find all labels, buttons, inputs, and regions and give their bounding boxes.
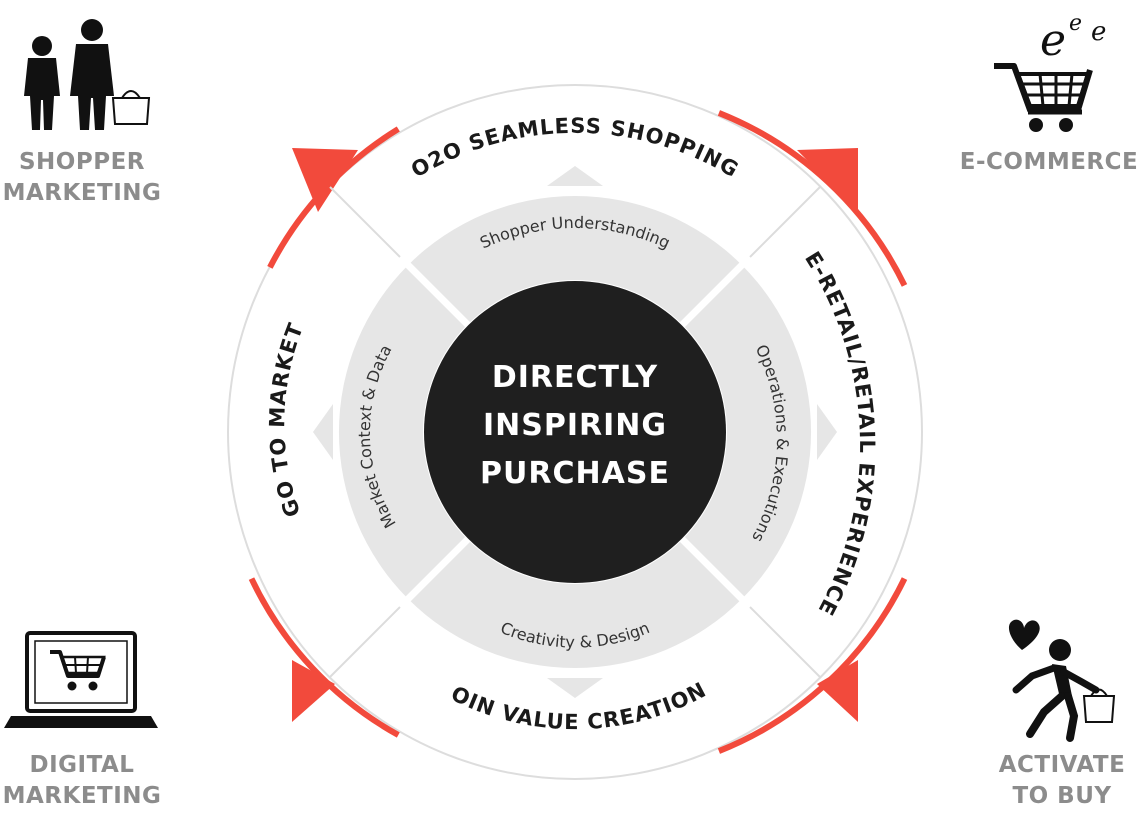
running-shopper-icon bbox=[1008, 619, 1116, 742]
corner-label-line: ACTIVATE bbox=[998, 752, 1126, 778]
ecommerce-cart-icon: e e e bbox=[994, 11, 1106, 132]
corner-label-line: SHOPPER bbox=[18, 149, 145, 175]
corner-label-activate-to-buy: ACTIVATE TO BUY bbox=[984, 750, 1140, 812]
corner-label-line: MARKETING bbox=[2, 180, 162, 206]
corner-label-line: MARKETING bbox=[2, 783, 162, 809]
svg-text:e: e bbox=[1069, 11, 1082, 36]
shoppers-icon bbox=[24, 19, 151, 130]
corner-label-digital-marketing: DIGITAL MARKETING bbox=[0, 750, 164, 812]
corner-label-line: E-COMMERCE bbox=[959, 149, 1139, 175]
laptop-cart-icon bbox=[4, 631, 158, 728]
corner-label-e-commerce: E-COMMERCE bbox=[958, 147, 1140, 178]
corner-label-line: TO BUY bbox=[1012, 783, 1112, 809]
center-line-3: PURCHASE bbox=[480, 456, 670, 491]
purchase-diagram: O2O SEAMLESS SHOPPING JOIN VALUE CREATIO… bbox=[0, 0, 1116, 780]
svg-text:e: e bbox=[1091, 17, 1106, 47]
center-line-2: INSPIRING bbox=[482, 408, 668, 443]
svg-text:e: e bbox=[1040, 15, 1066, 66]
corner-label-shopper-marketing: SHOPPER MARKETING bbox=[0, 147, 164, 209]
corner-label-line: DIGITAL bbox=[29, 752, 135, 778]
center-line-1: DIRECTLY bbox=[491, 360, 659, 395]
